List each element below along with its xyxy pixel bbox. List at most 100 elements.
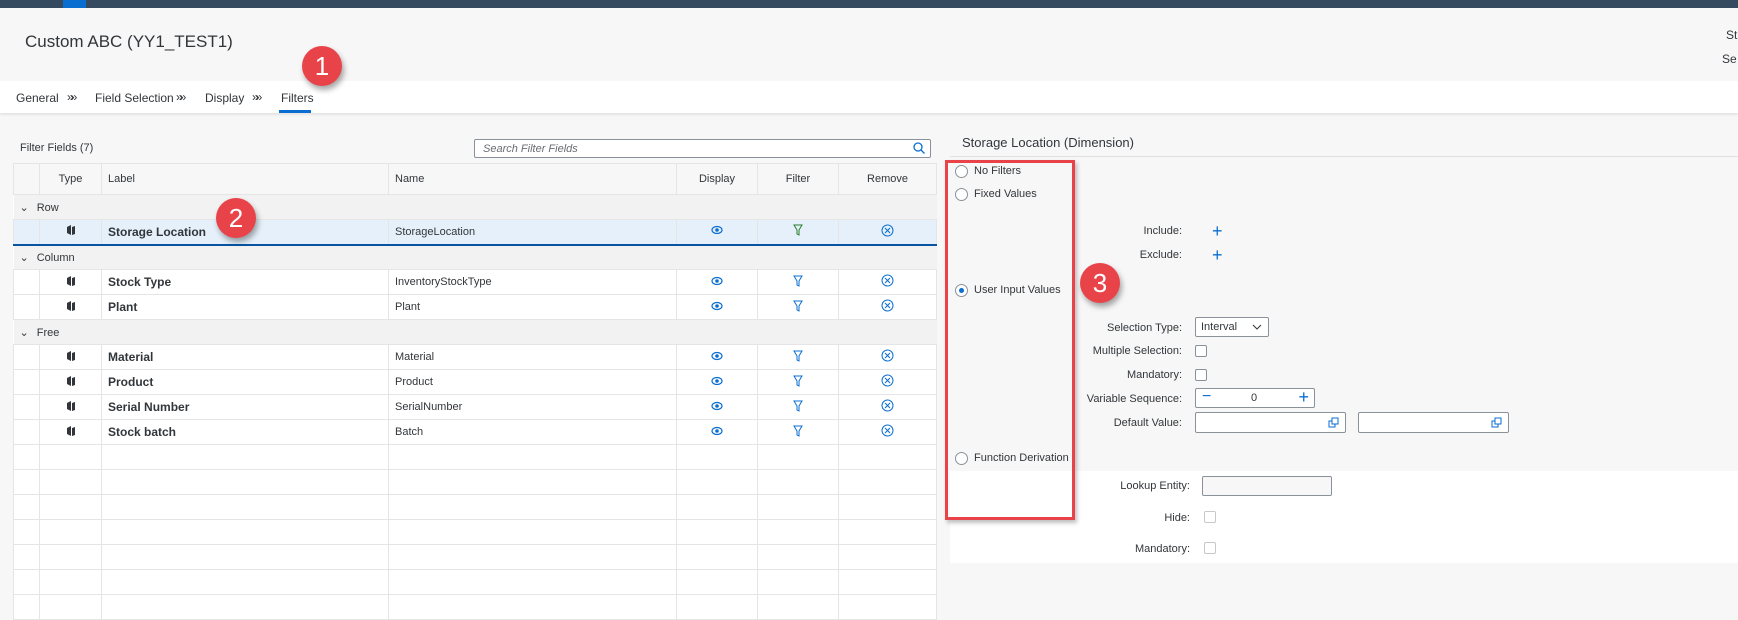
search-filter-fields-input[interactable]: Search Filter Fields	[474, 139, 931, 158]
dimension-icon	[65, 375, 77, 390]
filter-icon[interactable]	[793, 425, 803, 440]
hide-checkbox[interactable]	[1204, 511, 1216, 523]
table-row[interactable]: Stock batch Batch	[13, 419, 937, 445]
mandatory-derivation-checkbox[interactable]	[1204, 542, 1216, 554]
name-cell: Product	[388, 369, 677, 395]
type-cell	[39, 269, 102, 295]
eye-icon[interactable]	[711, 276, 723, 289]
table-row[interactable]: Serial Number SerialNumber	[13, 394, 937, 420]
remove-icon[interactable]	[881, 424, 894, 440]
step-general[interactable]: General	[16, 91, 59, 105]
annotation-highlight-box	[945, 160, 1075, 520]
chevron-down-icon[interactable]: ⌄	[20, 327, 29, 339]
column-header-remove: Remove	[838, 163, 937, 195]
value-help-icon[interactable]	[1328, 417, 1339, 428]
remove-icon[interactable]	[881, 274, 894, 290]
remove-cell	[838, 419, 937, 445]
display-cell	[676, 294, 758, 320]
filter-cell	[757, 419, 839, 445]
dimension-icon	[65, 300, 77, 315]
exclude-add-icon[interactable]: +	[1212, 246, 1223, 264]
remove-cell	[838, 394, 937, 420]
default-value-high-input[interactable]	[1358, 412, 1509, 433]
row-indent	[13, 269, 40, 295]
name-cell: Plant	[388, 294, 677, 320]
row-indent	[13, 294, 40, 320]
step-filters[interactable]: Filters	[281, 91, 314, 105]
filter-icon[interactable]	[793, 375, 803, 390]
default-value-low-input[interactable]	[1195, 412, 1346, 433]
filter-icon[interactable]	[793, 224, 803, 239]
remove-cell	[838, 219, 937, 246]
type-cell	[39, 294, 102, 320]
empty-row	[13, 494, 937, 520]
remove-icon[interactable]	[881, 299, 894, 315]
dimension-icon	[65, 225, 77, 239]
value-help-icon[interactable]	[1491, 417, 1502, 428]
remove-icon[interactable]	[881, 349, 894, 365]
column-header-name: Name	[388, 163, 677, 195]
empty-row	[13, 594, 937, 620]
eye-icon[interactable]	[711, 376, 723, 389]
filter-icon[interactable]	[793, 300, 803, 315]
group-row-free[interactable]: ⌄ Free	[13, 319, 937, 345]
group-header[interactable]: ⌄ Free	[13, 319, 937, 345]
row-indent	[13, 419, 40, 445]
variable-sequence-value: 0	[1251, 392, 1258, 404]
label-cell: Serial Number	[101, 394, 389, 420]
shell-tab[interactable]	[63, 0, 86, 8]
chevron-down-icon	[1252, 324, 1262, 330]
label-cell: Stock Type	[101, 269, 389, 295]
table-row[interactable]: Stock Type InventoryStockType	[13, 269, 937, 295]
step-separator-icon: »»	[252, 90, 263, 104]
eye-icon[interactable]	[711, 426, 723, 439]
active-step-indicator	[279, 110, 311, 113]
lookup-entity-input[interactable]	[1202, 476, 1332, 496]
group-header[interactable]: ⌄ Column	[13, 244, 937, 270]
group-row-row[interactable]: ⌄ Row	[13, 194, 937, 220]
eye-icon[interactable]	[711, 226, 723, 238]
dimension-icon	[65, 275, 77, 290]
group-name: Free	[36, 326, 60, 339]
filter-cell	[757, 269, 839, 295]
step-field-selection[interactable]: Field Selection	[95, 91, 174, 105]
selection-type-select[interactable]: Interval	[1195, 317, 1269, 337]
display-cell	[676, 344, 758, 370]
table-row[interactable]: Product Product	[13, 369, 937, 395]
table-row[interactable]: Plant Plant	[13, 294, 937, 320]
label-cell: Material	[101, 344, 389, 370]
step-display[interactable]: Display	[205, 91, 244, 105]
filter-icon[interactable]	[793, 400, 803, 415]
eye-icon[interactable]	[711, 351, 723, 364]
group-header[interactable]: ⌄ Row	[13, 194, 937, 220]
step-separator-icon: »»	[67, 90, 78, 104]
row-indent	[13, 344, 40, 370]
group-row-column[interactable]: ⌄ Column	[13, 244, 937, 270]
filter-icon[interactable]	[793, 275, 803, 290]
table-row[interactable]: Storage Location StorageLocation	[13, 219, 937, 246]
mandatory-checkbox[interactable]	[1195, 369, 1207, 381]
filter-icon[interactable]	[793, 350, 803, 365]
name-cell: StorageLocation	[388, 219, 677, 246]
filter-cell	[757, 294, 839, 320]
chevron-down-icon[interactable]: ⌄	[20, 252, 29, 264]
remove-cell	[838, 269, 937, 295]
eye-icon[interactable]	[711, 401, 723, 414]
multiple-selection-checkbox[interactable]	[1195, 345, 1207, 357]
eye-icon[interactable]	[711, 301, 723, 314]
variable-sequence-stepper[interactable]: − 0 +	[1195, 387, 1315, 408]
decrement-icon[interactable]: −	[1202, 388, 1211, 406]
remove-icon[interactable]	[881, 399, 894, 415]
row-indent	[13, 394, 40, 420]
search-icon[interactable]	[912, 141, 926, 155]
chevron-down-icon[interactable]: ⌄	[20, 202, 29, 214]
column-header-type: Type	[39, 163, 102, 195]
include-add-icon[interactable]: +	[1212, 222, 1223, 240]
table-row[interactable]: Material Material	[13, 344, 937, 370]
empty-row	[13, 569, 937, 595]
remove-icon[interactable]	[881, 374, 894, 390]
remove-icon[interactable]	[881, 224, 894, 240]
step-navigation: General »» Field Selection »» Display »»…	[0, 81, 1738, 113]
increment-icon[interactable]: +	[1298, 387, 1309, 408]
column-header-label: Label	[101, 163, 389, 195]
